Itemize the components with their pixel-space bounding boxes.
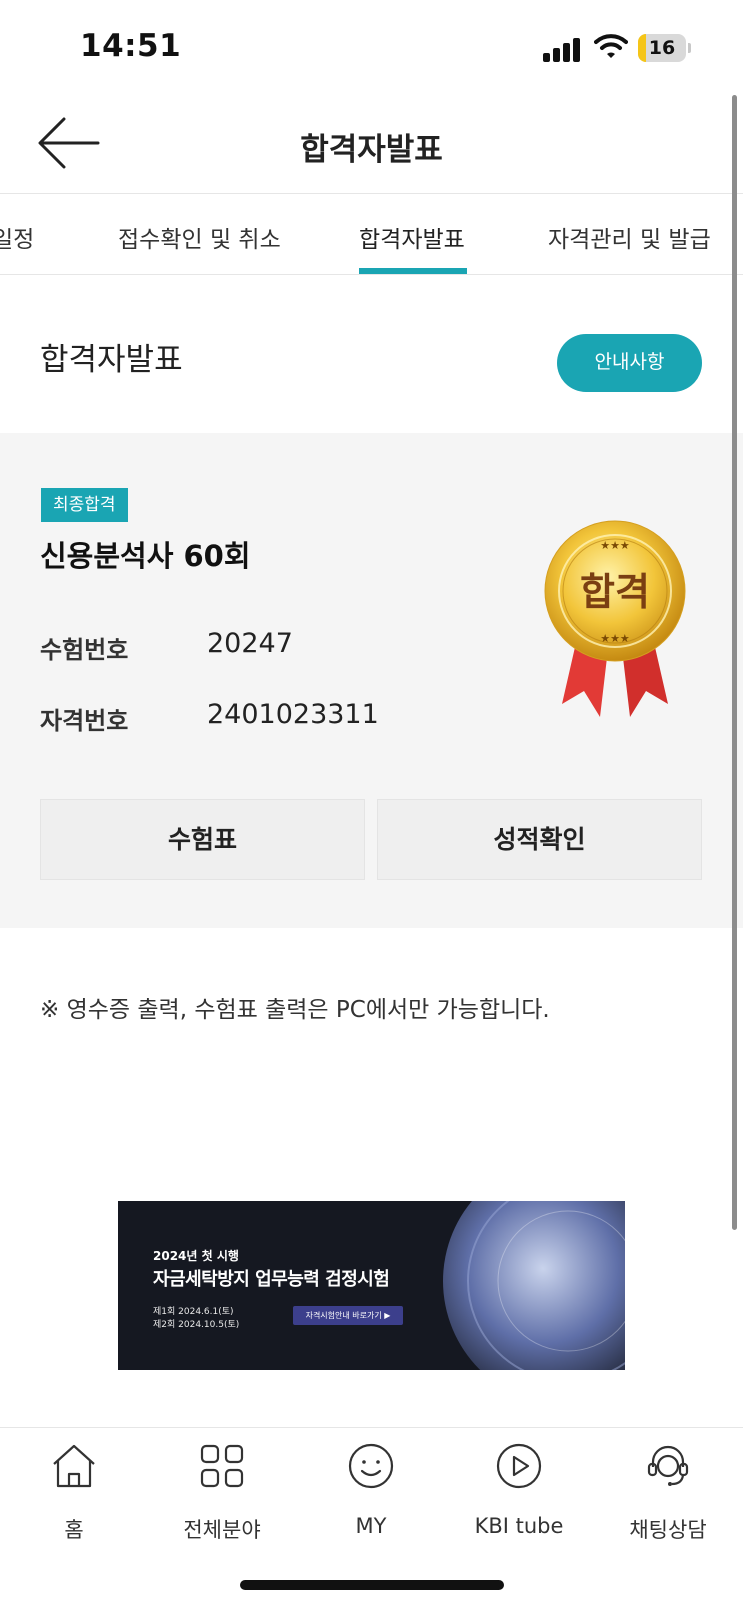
banner-cta-button[interactable]: 자격시험안내 바로가기 ▶	[293, 1306, 403, 1325]
banner-year: 2024년 첫 시행	[153, 1249, 239, 1263]
banner-date-1: 제1회 2024.6.1(토)	[153, 1307, 234, 1317]
tab-bar: 일정 접수확인 및 취소 합격자발표 자격관리 및 발급	[0, 194, 743, 275]
active-tab-indicator	[359, 268, 467, 274]
result-card: 최종합격 신용분석사 60회 수험번호 20247 자격번호 240102331…	[0, 433, 743, 928]
nav-label-chat: 채팅상담	[629, 1518, 707, 1542]
battery-level: 16	[648, 37, 676, 59]
exam-number-value: 20247	[207, 628, 293, 659]
tab-schedule[interactable]: 일정	[0, 220, 34, 254]
pass-medal-icon: ★★★ ★★★ 합격	[544, 520, 686, 717]
section-title: 합격자발표	[40, 342, 183, 378]
banner-date-2: 제2회 2024.10.5(토)	[153, 1320, 240, 1330]
smiley-icon	[348, 1443, 394, 1489]
nav-label-all-fields: 전체분야	[183, 1518, 261, 1542]
exam-number-label: 수험번호	[40, 636, 129, 664]
status-badge: 최종합격	[41, 488, 128, 522]
svg-text:★★★: ★★★	[600, 539, 630, 552]
nav-label-kbi-tube: KBI tube	[474, 1514, 564, 1538]
svg-text:★★★: ★★★	[600, 632, 630, 645]
app-header: 합격자발표	[0, 92, 743, 194]
home-icon	[53, 1444, 95, 1488]
nav-item-my[interactable]: MY	[306, 1442, 436, 1552]
nav-item-all-fields[interactable]: 전체분야	[157, 1442, 287, 1552]
nav-item-home[interactable]: 홈	[9, 1442, 139, 1552]
headset-icon	[647, 1445, 689, 1486]
exam-name: 신용분석사 60회	[40, 539, 251, 573]
notice-button[interactable]: 안내사항	[557, 334, 702, 392]
nav-item-kbi-tube[interactable]: KBI tube	[454, 1442, 584, 1552]
signal-icon	[543, 36, 583, 62]
tab-certificate-management[interactable]: 자격관리 및 발급	[548, 220, 711, 254]
banner-title: 자금세탁방지 업무능력 검정시험	[153, 1269, 390, 1290]
nav-item-chat[interactable]: 채팅상담	[603, 1442, 733, 1552]
tab-application-check[interactable]: 접수확인 및 취소	[118, 220, 281, 254]
promo-banner[interactable]: 2024년 첫 시행 자금세탁방지 업무능력 검정시험 제1회 2024.6.1…	[118, 1201, 625, 1370]
scrollbar[interactable]	[732, 95, 737, 1230]
section-header: 합격자발표 안내사항	[0, 276, 743, 433]
globe-image	[443, 1201, 625, 1370]
status-time: 14:51	[80, 28, 182, 64]
nav-label-my: MY	[355, 1514, 387, 1538]
tab-pass-announcement[interactable]: 합격자발표	[359, 220, 465, 254]
grid-icon	[200, 1444, 244, 1488]
exam-ticket-button[interactable]: 수험표	[40, 799, 365, 880]
battery-icon: 16	[638, 34, 691, 62]
home-indicator	[240, 1580, 504, 1590]
wifi-icon	[594, 34, 628, 58]
certificate-number-value: 2401023311	[207, 699, 379, 730]
nav-label-home: 홈	[64, 1518, 84, 1542]
score-check-button[interactable]: 성적확인	[377, 799, 702, 880]
status-bar: 14:51 16	[0, 0, 743, 92]
medal-text: 합격	[580, 570, 650, 614]
page-title: 합격자발표	[300, 132, 443, 168]
play-icon	[496, 1443, 542, 1489]
print-notice-text: ※ 영수증 출력, 수험표 출력은 PC에서만 가능합니다.	[40, 997, 550, 1023]
certificate-number-label: 자격번호	[40, 707, 129, 735]
